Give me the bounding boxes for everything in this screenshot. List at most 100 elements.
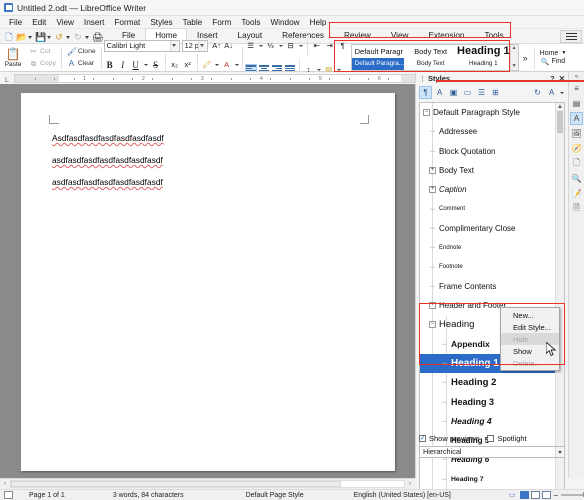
menu-tools[interactable]: Tools: [236, 16, 265, 29]
decrease-indent-icon[interactable]: ⇤: [311, 40, 323, 52]
document-text[interactable]: Asdfasdfasdfasdfasdfasdfasdf asdfasdfasd…: [52, 133, 352, 199]
document-line-3[interactable]: asdfasdfasdfasdfasdfasdfasdf: [52, 177, 163, 188]
style-gallery-scroll-up-icon[interactable]: ▲: [512, 46, 517, 51]
list-styles-icon[interactable]: ☰: [475, 86, 488, 99]
style-row-complimentary-close[interactable]: ╌ Complimentary Close: [420, 219, 555, 238]
font-color-icon[interactable]: A: [221, 59, 233, 71]
spotlight-checkbox[interactable]: [487, 435, 495, 442]
context-menu-edit-style[interactable]: Edit Style...: [501, 321, 559, 333]
save-icon[interactable]: 💾: [35, 32, 46, 42]
style-row-frame-contents[interactable]: ╌ Frame Contents: [420, 277, 555, 296]
grow-font-icon[interactable]: A↑: [211, 40, 223, 52]
unordered-list-icon[interactable]: ☰: [245, 40, 257, 52]
document-line-1[interactable]: Asdfasdfasdfasdfasdfasdfasdf: [52, 133, 164, 144]
subscript-button[interactable]: x₂: [169, 59, 181, 71]
undo-icon[interactable]: ↺: [54, 32, 64, 42]
context-menu-new[interactable]: New...: [501, 309, 559, 321]
style-row-body-text[interactable]: + Body Text: [420, 161, 555, 180]
font-size-input[interactable]: 12 pt: [181, 39, 208, 52]
undo-dropdown-icon[interactable]: [66, 32, 71, 42]
shrink-font-icon[interactable]: A↓: [223, 40, 235, 52]
style-gallery-scrollbar[interactable]: ▲ ▼: [509, 45, 518, 70]
page-style-indicator[interactable]: Default Page Style: [242, 492, 308, 499]
style-row-heading-4[interactable]: ╌ Heading 4: [420, 412, 555, 431]
expander-icon[interactable]: +: [429, 186, 436, 194]
document-line-2[interactable]: asdfasdfasdfasdfasdfasdfasdf: [52, 155, 163, 166]
paste-button[interactable]: 📋 Paste: [0, 44, 26, 71]
design-deck-icon[interactable]: 🗎: [570, 202, 583, 215]
multi-page-view-icon[interactable]: [530, 491, 540, 499]
open-dropdown-icon[interactable]: [28, 32, 33, 42]
style-row-heading-3[interactable]: ╌ Heading 3: [420, 392, 555, 411]
menu-table[interactable]: Table: [178, 16, 208, 29]
tab-view[interactable]: View: [381, 28, 419, 43]
expander-icon[interactable]: +: [429, 302, 436, 310]
redo-icon[interactable]: ↻: [73, 32, 83, 42]
outline-list-dropdown-icon[interactable]: [298, 40, 304, 52]
style-row-footnote[interactable]: ╌ Footnote: [420, 257, 555, 276]
navigator-deck-icon[interactable]: 🧭: [570, 142, 583, 155]
ribbon-home-menu-button[interactable]: Home ▼: [540, 50, 567, 57]
menu-form[interactable]: Form: [207, 16, 236, 29]
selection-mode-icon[interactable]: ▭: [505, 491, 520, 499]
menu-format[interactable]: Format: [109, 16, 145, 29]
style-inspector-icon[interactable]: 🔍: [570, 172, 583, 185]
font-size-dropdown-icon[interactable]: [197, 40, 206, 51]
language-indicator[interactable]: English (United States) [en-US]: [350, 492, 455, 499]
page-styles-icon[interactable]: ▭: [461, 86, 474, 99]
formatting-marks-icon[interactable]: ¶: [337, 40, 349, 52]
page-indicator[interactable]: Page 1 of 1: [25, 492, 69, 499]
style-row-addressee[interactable]: ╌ Addressee: [420, 122, 555, 141]
new-style-dropdown-icon[interactable]: [559, 87, 565, 99]
superscript-button[interactable]: x²: [182, 59, 194, 71]
page-deck-icon[interactable]: 🗋: [570, 157, 583, 170]
style-filter-select[interactable]: Hierarchical: [419, 446, 565, 458]
find-button[interactable]: 🔍 Find: [541, 58, 565, 66]
new-doc-icon[interactable]: 🗋: [4, 32, 14, 42]
copy-button[interactable]: ⧉ Copy: [26, 58, 59, 69]
style-filter-dropdown-icon[interactable]: [555, 447, 563, 457]
outline-list-icon[interactable]: ⊟: [285, 40, 297, 52]
panel-grip-icon[interactable]: ⋮: [419, 75, 426, 83]
help-icon[interactable]: ?: [550, 74, 555, 83]
font-name-dropdown-icon[interactable]: [169, 40, 178, 51]
style-row-heading-2[interactable]: ╌ Heading 2: [420, 373, 555, 392]
underline-button[interactable]: U: [130, 59, 142, 71]
ruler-body[interactable]: 1 2 3 4 5 6: [14, 73, 416, 83]
style-context-menu[interactable]: New... Edit Style... Hide Show Delete...: [500, 307, 560, 371]
unordered-list-dropdown-icon[interactable]: [258, 40, 264, 52]
menu-help[interactable]: Help: [305, 16, 332, 29]
new-style-icon[interactable]: A: [545, 86, 558, 99]
menu-window[interactable]: Window: [265, 16, 304, 29]
style-gallery-default-paragraph[interactable]: Default Paragr Default Paragra...: [351, 45, 405, 70]
cut-button[interactable]: ✂ Cut: [26, 46, 59, 57]
menu-insert[interactable]: Insert: [79, 16, 109, 29]
paragraph-styles-icon[interactable]: ¶: [419, 86, 432, 99]
scroll-up-icon[interactable]: ▲: [557, 103, 563, 111]
font-color-dropdown-icon[interactable]: [234, 59, 240, 71]
document-page[interactable]: Asdfasdfasdfasdfasdfasdfasdf asdfasdfasd…: [21, 93, 395, 471]
character-styles-icon[interactable]: A: [433, 86, 446, 99]
highlight-color-icon[interactable]: 🖍: [201, 59, 213, 71]
menu-styles[interactable]: Styles: [145, 16, 177, 29]
style-row-comment[interactable]: ╌ Comment: [420, 199, 555, 218]
hscroll-thumb[interactable]: [11, 481, 342, 487]
tab-tools[interactable]: Tools: [474, 28, 513, 43]
close-icon[interactable]: ✕: [559, 74, 565, 83]
underline-dropdown-icon[interactable]: [143, 59, 149, 71]
italic-button[interactable]: I: [117, 59, 129, 71]
frame-styles-icon[interactable]: ▣: [447, 86, 460, 99]
sidebar-settings-icon[interactable]: ≡: [570, 82, 583, 95]
increase-indent-icon[interactable]: ⇥: [324, 40, 336, 52]
table-styles-icon[interactable]: ⊞: [489, 86, 502, 99]
styles-deck-icon[interactable]: A: [570, 112, 583, 125]
expander-icon[interactable]: +: [429, 167, 436, 175]
save-status-icon[interactable]: [4, 491, 13, 499]
redo-dropdown-icon[interactable]: [85, 32, 90, 42]
style-gallery-heading-1[interactable]: Heading 1 Heading 1: [457, 45, 510, 70]
style-row-heading-7[interactable]: ╌ Heading 7: [420, 470, 555, 489]
menu-view[interactable]: View: [51, 16, 79, 29]
style-row-caption[interactable]: + Caption: [420, 180, 555, 199]
scrollbar-thumb[interactable]: [557, 111, 563, 133]
clear-formatting-button[interactable]: A Clear: [64, 58, 99, 69]
